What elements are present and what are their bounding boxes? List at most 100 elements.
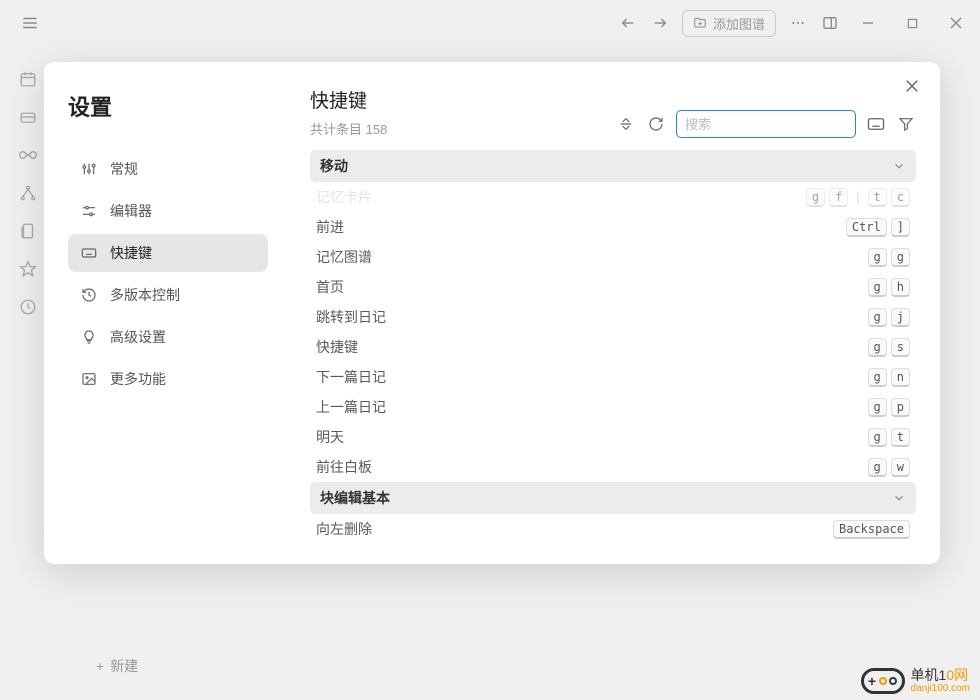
shortcut-keys: Ctrl] <box>846 218 910 237</box>
section-header[interactable]: 块编辑基本 <box>310 482 916 514</box>
kbd-key: g <box>868 248 887 267</box>
shortcut-label: 向左删除 <box>316 519 372 539</box>
settings-sidebar: 设置 常规 编辑器 快捷键 多版本控制 高级设置 更多功能 <box>44 62 282 564</box>
kbd-key: g <box>868 338 887 357</box>
shortcut-row[interactable]: 前进 Ctrl] <box>310 212 916 242</box>
shortcut-row[interactable]: 首页 gh <box>310 272 916 302</box>
kbd-key: t <box>868 188 887 207</box>
nav-label: 多版本控制 <box>110 285 180 305</box>
add-graph-button[interactable]: 添加图谱 <box>682 10 776 37</box>
shortcut-keys: gp <box>868 398 910 417</box>
shortcut-row[interactable]: 上一篇日记 gp <box>310 392 916 422</box>
kbd-key: h <box>891 278 910 297</box>
nav-label: 快捷键 <box>110 243 152 263</box>
shortcut-row[interactable]: 快捷键 gs <box>310 332 916 362</box>
rail-calendar-icon[interactable] <box>17 68 39 90</box>
shortcut-label: 首页 <box>316 277 344 297</box>
shortcut-row[interactable]: 向左删除 Backspace <box>310 514 916 544</box>
refresh-icon[interactable] <box>646 114 666 134</box>
shortcut-list[interactable]: 移动记忆卡片gf|tc前进Ctrl]记忆图谱gg首页gh跳转到日记gj快捷键gs… <box>302 150 924 564</box>
key-separator: | <box>852 190 863 204</box>
kbd-key: g <box>868 278 887 297</box>
rail-pages-icon[interactable] <box>17 220 39 242</box>
shortcut-label: 跳转到日记 <box>316 307 386 327</box>
lightbulb-icon <box>80 328 98 346</box>
panel-toggle-icon[interactable] <box>816 9 844 37</box>
watermark-cn: 单机10网 <box>911 668 970 683</box>
shortcut-keys: gt <box>868 428 910 447</box>
watermark-url: danji100.com <box>911 683 970 694</box>
nav-shortcuts[interactable]: 快捷键 <box>68 234 268 272</box>
nav-label: 高级设置 <box>110 327 166 347</box>
rail-graph-icon[interactable] <box>17 182 39 204</box>
history-icon <box>80 286 98 304</box>
nav-label: 更多功能 <box>110 369 166 389</box>
panel-title: 快捷键 <box>310 86 387 113</box>
kbd-key: c <box>891 188 910 207</box>
nav-label: 编辑器 <box>110 201 152 221</box>
rail-infinity-icon[interactable] <box>17 144 39 166</box>
kbd-key: w <box>891 458 910 477</box>
shortcut-label: 快捷键 <box>316 337 358 357</box>
settings-title: 设置 <box>68 90 268 122</box>
keyboard-small-icon[interactable] <box>866 114 886 134</box>
nav-editor[interactable]: 编辑器 <box>68 192 268 230</box>
kbd-key: g <box>868 428 887 447</box>
search-input[interactable] <box>676 110 856 138</box>
shortcut-keys: gg <box>868 248 910 267</box>
section-title: 移动 <box>320 156 348 176</box>
shortcut-label: 前进 <box>316 217 344 237</box>
new-button[interactable]: + 新建 <box>96 656 138 676</box>
chevron-down-icon <box>892 491 906 505</box>
shortcut-label: 下一篇日记 <box>316 367 386 387</box>
shortcut-label: 明天 <box>316 427 344 447</box>
shortcut-keys: gs <box>868 338 910 357</box>
section-header[interactable]: 移动 <box>310 150 916 182</box>
kbd-key: g <box>891 248 910 267</box>
rail-star-icon[interactable] <box>17 258 39 280</box>
kbd-key: n <box>891 368 910 387</box>
section-title: 块编辑基本 <box>320 488 390 508</box>
nav-back-icon[interactable] <box>614 9 642 37</box>
shortcut-row[interactable]: 前往白板 gw <box>310 452 916 482</box>
shortcut-label: 上一篇日记 <box>316 397 386 417</box>
kbd-key: j <box>891 308 910 327</box>
nav-label: 常规 <box>110 159 138 179</box>
shortcut-row[interactable]: 明天 gt <box>310 422 916 452</box>
image-icon <box>80 370 98 388</box>
shortcut-row[interactable]: 记忆卡片gf|tc <box>310 182 916 212</box>
window-minimize-button[interactable] <box>848 5 888 41</box>
kbd-key: Backspace <box>833 520 910 539</box>
collapse-icon[interactable] <box>616 114 636 134</box>
filter-icon[interactable] <box>896 114 916 134</box>
kbd-key: g <box>868 458 887 477</box>
shortcut-label: 前往白板 <box>316 457 372 477</box>
shortcut-row[interactable]: 下一篇日记gn <box>310 362 916 392</box>
shortcut-keys: gj <box>868 308 910 327</box>
watermark: + 单机10网 danji100.com <box>861 668 970 694</box>
app-menu-icon[interactable] <box>16 9 44 37</box>
sliders-icon <box>80 160 98 178</box>
shortcut-keys: Backspace <box>833 520 910 539</box>
keyboard-icon <box>80 244 98 262</box>
shortcut-row[interactable]: 跳转到日记 gj <box>310 302 916 332</box>
kbd-key: g <box>868 398 887 417</box>
window-close-button[interactable] <box>936 5 976 41</box>
plus-icon: + <box>96 658 104 674</box>
shortcuts-panel: 快捷键 共计条目 158 移动记忆卡片gf|tc前进Ctrl]记忆图谱gg首页g… <box>282 62 940 564</box>
shortcut-label: 记忆图谱 <box>316 247 372 267</box>
window-maximize-button[interactable] <box>892 5 932 41</box>
kbd-key: ] <box>891 218 910 237</box>
panel-count: 共计条目 158 <box>310 119 387 138</box>
nav-general[interactable]: 常规 <box>68 150 268 188</box>
nav-more[interactable]: 更多功能 <box>68 360 268 398</box>
modal-close-button[interactable] <box>898 72 926 100</box>
rail-clock-icon[interactable] <box>17 296 39 318</box>
shortcut-row[interactable]: 记忆图谱 gg <box>310 242 916 272</box>
nav-versioning[interactable]: 多版本控制 <box>68 276 268 314</box>
nav-forward-icon[interactable] <box>646 9 674 37</box>
rail-card-icon[interactable] <box>17 106 39 128</box>
more-icon[interactable] <box>784 9 812 37</box>
kbd-key: p <box>891 398 910 417</box>
nav-advanced[interactable]: 高级设置 <box>68 318 268 356</box>
